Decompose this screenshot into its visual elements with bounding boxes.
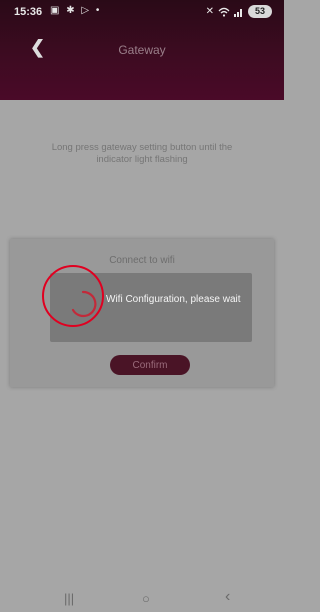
play-icon: ▷ bbox=[81, 5, 92, 16]
status-bar: 15:36 ▣ ✱ ▷ • ✕ 53 bbox=[0, 0, 284, 26]
status-time: 15:36 bbox=[14, 6, 43, 18]
gear-icon: ✱ bbox=[66, 5, 77, 16]
progress-text: Wifi Configuration, please wait bbox=[106, 294, 241, 305]
page-title: Gateway bbox=[118, 43, 166, 57]
top-navbar: ❮ Gateway bbox=[0, 34, 284, 64]
mute-icon: ✕ bbox=[205, 6, 214, 17]
dialog-title: Connect to wifi bbox=[109, 255, 175, 266]
confirm-button[interactable]: Confirm bbox=[110, 355, 190, 375]
highlight-ring bbox=[42, 265, 104, 327]
status-system-icons: ✕ 53 bbox=[206, 5, 272, 18]
screenshot-icon: ▣ bbox=[50, 5, 62, 16]
signal-icon bbox=[234, 8, 242, 17]
back-icon[interactable]: ‹ bbox=[225, 588, 230, 606]
dot-icon: • bbox=[95, 5, 102, 16]
system-nav-bar: ||| ○ ‹ bbox=[0, 586, 284, 612]
app-header: 15:36 ▣ ✱ ▷ • ✕ 53 ❮ Gateway bbox=[0, 0, 284, 100]
wifi-icon bbox=[218, 7, 230, 17]
home-icon[interactable]: ○ bbox=[142, 591, 150, 606]
battery-indicator: 53 bbox=[248, 5, 272, 18]
instruction-text: Long press gateway setting button until … bbox=[51, 142, 233, 165]
wifi-dialog: Connect to wifi Wifi Configuration, plea… bbox=[10, 239, 274, 387]
status-notification-icons: ▣ ✱ ▷ • bbox=[50, 5, 101, 16]
recents-icon[interactable]: ||| bbox=[64, 591, 74, 606]
